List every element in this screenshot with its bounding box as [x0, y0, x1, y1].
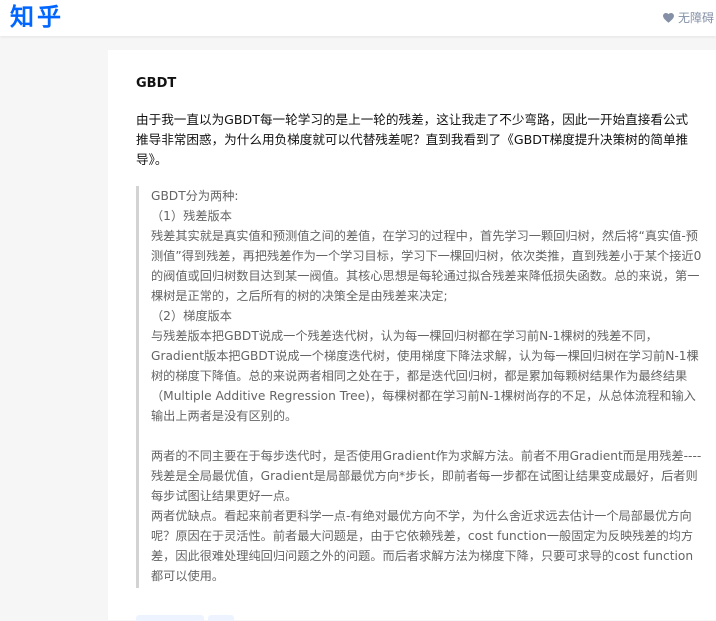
quote-paragraph-pros-cons: 两者优缺点。看起来前者更科学一点-有绝对最优方向不学，为什么舍近求远去估计一个局… — [151, 509, 694, 583]
action-button-stub[interactable] — [136, 615, 204, 621]
article-title: GBDT — [136, 76, 177, 91]
zhihu-logo[interactable]: 知乎 — [10, 1, 64, 33]
quote-spacer — [151, 426, 703, 446]
accessibility-button[interactable]: 无障碍 — [663, 9, 714, 26]
quote-paragraph-difference: 两者的不同主要在于每步迭代时，是否使用Gradient作为求解方法。前者不用Gr… — [151, 449, 702, 503]
quote-heading: GBDT分为两种: — [151, 189, 239, 203]
action-button-stub-2[interactable] — [208, 615, 234, 621]
top-bar: 知乎 无障碍 — [0, 0, 716, 36]
quote-subheading-residual: （1）残差版本 — [151, 209, 232, 223]
article-card: GBDT 由于我一直以为GBDT每一轮学习的是上一轮的残差，这让我走了不少弯路，… — [108, 50, 716, 621]
heart-icon — [663, 12, 674, 23]
quote-paragraph-gradient: 与残差版本把GBDT说成一个残差迭代树，认为每一棵回归树都在学习前N-1棵树的残… — [151, 329, 699, 423]
blockquote: GBDT分为两种: （1）残差版本 残差其实就是真实值和预测值之间的差值，在学习… — [136, 186, 703, 588]
accessibility-label: 无障碍 — [677, 11, 714, 25]
article-intro: 由于我一直以为GBDT每一轮学习的是上一轮的残差，这让我走了不少弯路，因此一开始… — [136, 112, 689, 167]
quote-subheading-gradient: （2）梯度版本 — [151, 309, 232, 323]
quote-paragraph-residual: 残差其实就是真实值和预测值之间的差值，在学习的过程中，首先学习一颗回归树，然后将… — [151, 229, 702, 303]
